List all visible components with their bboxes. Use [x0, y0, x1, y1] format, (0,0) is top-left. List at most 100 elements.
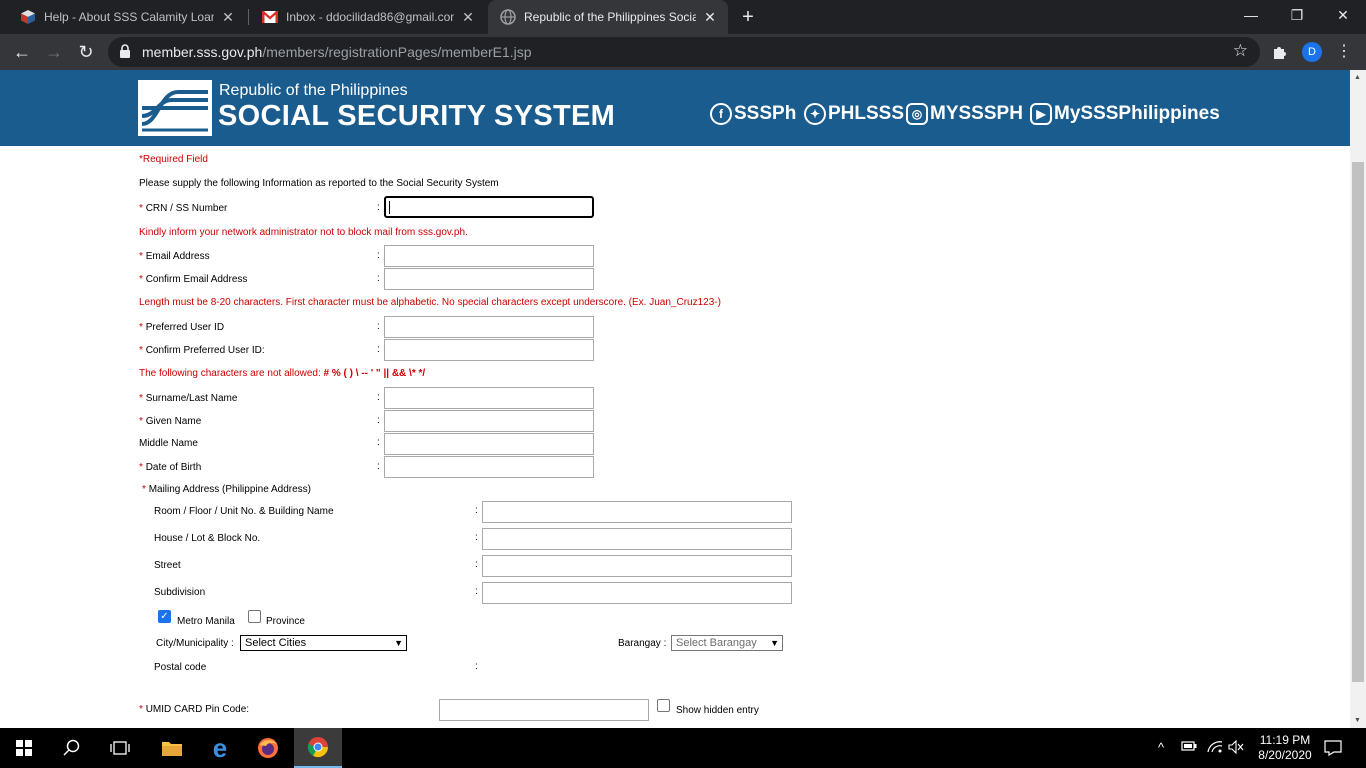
colon: : — [377, 392, 380, 403]
youtube-icon: ▶ — [1030, 103, 1052, 125]
colon: : — [377, 273, 380, 284]
scroll-thumb[interactable] — [1352, 162, 1364, 682]
disallowed-chars-notice: The following characters are not allowed… — [139, 368, 426, 379]
address-bar[interactable]: member.sss.gov.ph/members/registrationPa… — [108, 37, 1260, 67]
system-clock[interactable]: 11:19 PM 8/20/2020 — [1252, 733, 1318, 763]
tab-sss-calamity-help[interactable]: Help - About SSS Calamity Loan ( ✕ — [8, 0, 246, 34]
close-tab-icon[interactable]: ✕ — [220, 9, 236, 26]
confirm-email-input[interactable] — [384, 268, 594, 290]
colon: : — [377, 415, 380, 426]
forward-icon[interactable]: → — [40, 38, 68, 66]
lock-icon — [119, 44, 133, 60]
extensions-puzzle-icon[interactable] — [1270, 42, 1290, 62]
tab-sss-registration[interactable]: Republic of the Philippines Social ✕ — [488, 0, 728, 34]
minimize-icon[interactable]: — — [1228, 0, 1274, 30]
clock-time: 11:19 PM — [1259, 733, 1311, 747]
social-youtube[interactable]: ▶ MySSSPhilippines — [1030, 103, 1220, 125]
close-window-icon[interactable]: ✕ — [1320, 0, 1366, 30]
battery-icon[interactable] — [1181, 740, 1197, 755]
tab-divider — [248, 9, 249, 25]
sss-cube-icon — [20, 9, 36, 25]
social-instagram[interactable]: ◎ MYSSSPH — [906, 103, 1023, 125]
barangay-label: Barangay : — [618, 638, 667, 649]
close-tab-icon[interactable]: ✕ — [702, 9, 718, 26]
confirm-userid-input[interactable] — [384, 339, 594, 361]
banner-title: SOCIAL SECURITY SYSTEM — [218, 100, 616, 132]
search-icon[interactable] — [48, 728, 96, 768]
chevron-up-icon[interactable]: ^ — [1158, 740, 1164, 755]
crn-input[interactable] — [384, 196, 594, 218]
barangay-select-value: Select Barangay — [676, 637, 757, 649]
barangay-select[interactable]: Select Barangay ▼ — [671, 635, 783, 651]
page-scrollbar[interactable]: ▲ ▼ — [1350, 70, 1366, 728]
show-hidden-checkbox[interactable] — [657, 699, 670, 712]
profile-avatar[interactable]: D — [1302, 42, 1322, 62]
postal-code-label: Postal code — [154, 662, 207, 673]
form-intro: Please supply the following Information … — [139, 178, 499, 189]
close-tab-icon[interactable]: ✕ — [460, 9, 476, 26]
bookmark-star-icon[interactable]: ☆ — [1233, 41, 1248, 61]
social-twitter[interactable]: ✦ PHLSSS — [804, 103, 904, 125]
subdivision-label: Subdivision — [154, 587, 206, 598]
edge-icon[interactable]: e — [196, 728, 244, 768]
url-text: member.sss.gov.ph/members/registrationPa… — [142, 44, 532, 60]
city-select[interactable]: Select Cities ▼ — [240, 635, 407, 651]
umid-label: * UMID CARD Pin Code: — [139, 704, 250, 715]
colon: : — [377, 344, 380, 355]
instagram-icon: ◎ — [906, 103, 928, 125]
clock-date: 8/20/2020 — [1258, 748, 1312, 762]
metro-manila-checkbox[interactable]: ✓ — [158, 610, 171, 623]
facebook-icon: f — [710, 103, 732, 125]
more-menu-icon[interactable]: ⋮ — [1334, 40, 1354, 64]
street-input[interactable] — [482, 555, 792, 577]
city-select-value: Select Cities — [245, 637, 307, 649]
speaker-muted-icon[interactable] — [1228, 739, 1244, 757]
given-name-label: * Given Name — [139, 416, 202, 427]
url-path: /members/registrationPages/memberE1.jsp — [262, 44, 532, 60]
firefox-icon[interactable] — [244, 728, 292, 768]
given-name-input[interactable] — [384, 410, 594, 432]
restore-icon[interactable]: ❐ — [1274, 0, 1320, 30]
file-explorer-icon[interactable] — [148, 728, 196, 768]
task-view-icon[interactable] — [96, 728, 144, 768]
reload-icon[interactable]: ↻ — [72, 38, 100, 66]
windows-start-icon[interactable] — [0, 728, 48, 768]
middle-name-label: Middle Name — [139, 438, 198, 449]
scroll-down-arrow-icon[interactable]: ▼ — [1354, 717, 1361, 724]
windows-taskbar: e ^ 11:19 PM 8/20/2020 — [0, 728, 1366, 768]
browser-tab-strip: Help - About SSS Calamity Loan ( ✕ Inbox… — [0, 0, 1366, 34]
subdivision-input[interactable] — [482, 582, 792, 604]
gmail-icon — [262, 9, 278, 25]
social-label: MYSSSPH — [930, 103, 1023, 124]
chrome-icon[interactable] — [294, 728, 342, 768]
social-label: SSSPh — [734, 103, 797, 124]
required-field-note: *Required Field — [139, 154, 208, 165]
surname-input[interactable] — [384, 387, 594, 409]
page-viewport: Republic of the Philippines SOCIAL SECUR… — [0, 70, 1350, 728]
province-checkbox[interactable] — [248, 610, 261, 623]
scroll-up-arrow-icon[interactable]: ▲ — [1354, 74, 1361, 81]
room-input[interactable] — [482, 501, 792, 523]
social-facebook[interactable]: f SSSPh — [710, 103, 796, 125]
email-label: * Email Address — [139, 251, 210, 262]
twitter-icon: ✦ — [804, 103, 826, 125]
notifications-icon[interactable] — [1324, 740, 1342, 759]
middle-name-input[interactable] — [384, 433, 594, 455]
text-caret — [389, 201, 390, 214]
mail-notice: Kindly inform your network administrator… — [139, 227, 468, 238]
umid-pin-input[interactable] — [439, 699, 649, 721]
banner-subtitle: Republic of the Philippines — [219, 82, 408, 99]
wifi-icon[interactable] — [1207, 740, 1223, 757]
userid-input[interactable] — [384, 316, 594, 338]
back-icon[interactable]: ← — [8, 38, 36, 66]
colon: : — [377, 202, 380, 213]
email-input[interactable] — [384, 245, 594, 267]
tab-title: Help - About SSS Calamity Loan ( — [44, 10, 214, 24]
url-host: member.sss.gov.ph — [142, 44, 263, 60]
mailing-address-label: * Mailing Address (Philippine Address) — [142, 484, 311, 495]
new-tab-icon[interactable]: + — [738, 6, 758, 28]
dob-input[interactable] — [384, 456, 594, 478]
tab-gmail-inbox[interactable]: Inbox - ddocilidad86@gmail.com ✕ — [250, 0, 486, 34]
house-input[interactable] — [482, 528, 792, 550]
tab-title: Inbox - ddocilidad86@gmail.com — [286, 10, 454, 24]
